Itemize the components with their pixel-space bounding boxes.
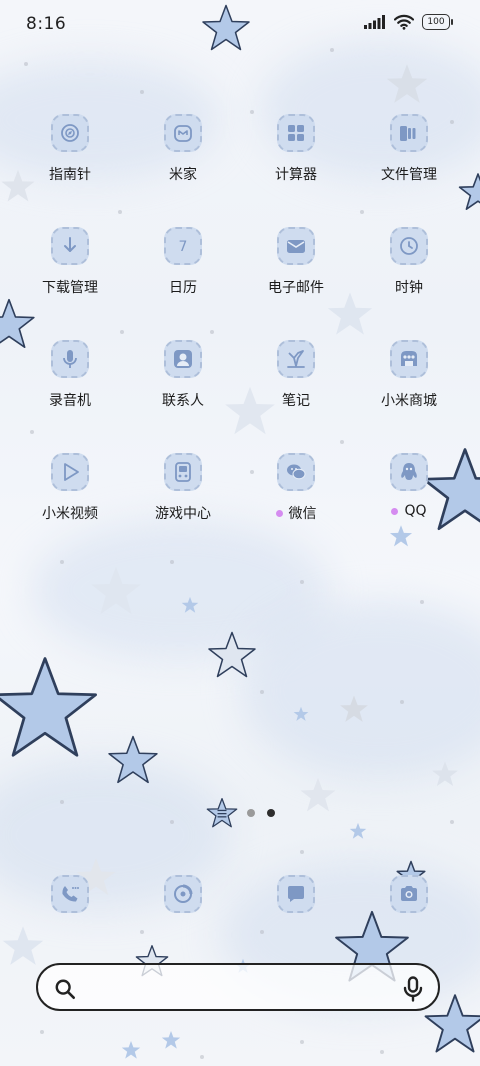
status-time: 8:16 (26, 14, 67, 34)
app-qq[interactable]: QQ (353, 453, 465, 519)
app-calculator[interactable]: 计算器 (240, 114, 352, 184)
clock-icon (390, 227, 428, 265)
phone-icon (51, 875, 89, 913)
app-folder[interactable]: 文件管理 (353, 114, 465, 184)
dock-browser[interactable] (163, 875, 203, 915)
wifi-icon (394, 14, 414, 30)
camera-icon (390, 875, 428, 913)
calendar-icon: 7 (164, 227, 202, 265)
microphone-icon[interactable] (402, 976, 424, 1002)
app-label: 文件管理 (381, 167, 437, 183)
app-label: 微信 (240, 503, 352, 523)
status-bar: 8:16 100 (0, 0, 480, 50)
app-label: 计算器 (275, 167, 317, 183)
download-icon (51, 227, 89, 265)
app-microphone[interactable]: 录音机 (14, 340, 126, 410)
dock-camera[interactable] (389, 875, 429, 915)
new-dot-indicator (275, 509, 283, 517)
browser-icon (164, 875, 202, 913)
app-label: 米家 (169, 167, 197, 183)
app-notes[interactable]: 笔记 (240, 340, 352, 410)
app-label: 笔记 (282, 393, 310, 409)
app-store[interactable]: 小米商城 (353, 340, 465, 410)
app-wechat[interactable]: 微信 (240, 453, 352, 523)
new-dot-indicator (391, 507, 399, 515)
app-label: 联系人 (162, 393, 204, 409)
app-label: 下载管理 (42, 280, 98, 296)
folder-icon (390, 114, 428, 152)
page-dot-1[interactable] (247, 809, 255, 817)
app-label: 时钟 (395, 280, 423, 296)
app-label: 小米视频 (42, 506, 98, 522)
contacts-icon (164, 340, 202, 378)
dock-phone[interactable] (50, 875, 90, 915)
signal-icon (364, 15, 385, 29)
app-label: 指南针 (49, 167, 91, 183)
store-icon (390, 340, 428, 378)
app-label: 小米商城 (381, 393, 437, 409)
mail-icon (277, 227, 315, 265)
star-menu-icon[interactable] (205, 797, 239, 829)
microphone-icon (51, 340, 89, 378)
messages-icon (277, 875, 315, 913)
wechat-icon (277, 453, 315, 491)
notes-icon (277, 340, 315, 378)
page-indicator (0, 797, 480, 829)
search-bar[interactable] (36, 963, 440, 1011)
app-download[interactable]: 下载管理 (14, 227, 126, 297)
app-label: 日历 (169, 280, 197, 296)
app-label: 录音机 (49, 393, 91, 409)
app-label: QQ (353, 503, 465, 519)
app-game[interactable]: 游戏中心 (127, 453, 239, 523)
game-icon (164, 453, 202, 491)
search-icon (55, 979, 75, 999)
app-mijia[interactable]: 米家 (127, 114, 239, 184)
app-compass[interactable]: 指南针 (14, 114, 126, 184)
compass-icon (51, 114, 89, 152)
svg-text:7: 7 (179, 239, 188, 255)
status-icons: 100 (364, 14, 453, 30)
app-label: 电子邮件 (268, 280, 324, 296)
page-dot-2[interactable] (267, 809, 275, 817)
app-contacts[interactable]: 联系人 (127, 340, 239, 410)
calculator-icon (277, 114, 315, 152)
app-video[interactable]: 小米视频 (14, 453, 126, 523)
app-calendar[interactable]: 7 日历 (127, 227, 239, 297)
dock-messages[interactable] (276, 875, 316, 915)
app-label: 游戏中心 (155, 506, 211, 522)
app-clock[interactable]: 时钟 (353, 227, 465, 297)
video-icon (51, 453, 89, 491)
mijia-icon (164, 114, 202, 152)
qq-icon (390, 453, 428, 491)
battery-icon: 100 (422, 14, 453, 30)
app-mail[interactable]: 电子邮件 (240, 227, 352, 297)
